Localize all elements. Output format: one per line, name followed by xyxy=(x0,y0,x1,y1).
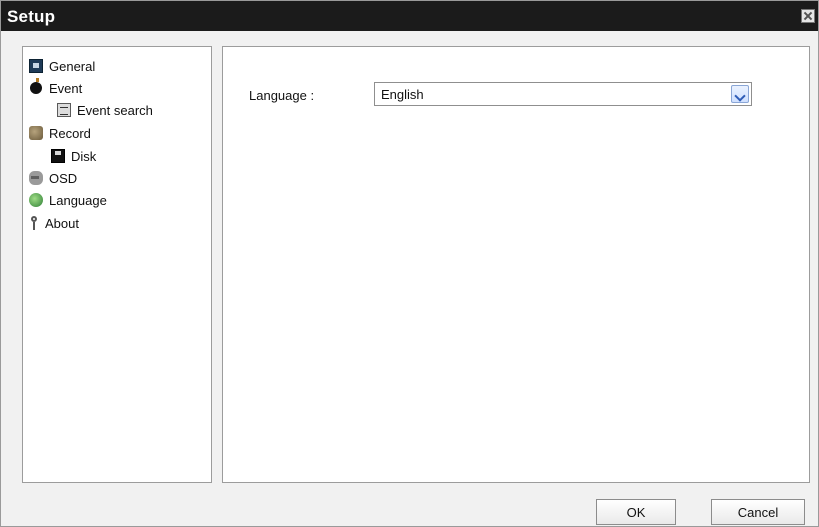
close-icon[interactable] xyxy=(801,9,815,23)
tree-item-label: Disk xyxy=(71,148,97,164)
cancel-button[interactable]: Cancel xyxy=(711,499,805,525)
record-icon xyxy=(29,126,43,140)
tree-item-general[interactable]: General xyxy=(29,56,95,76)
event-search-icon xyxy=(57,103,71,117)
window-title: Setup xyxy=(7,7,56,26)
chevron-down-icon[interactable] xyxy=(731,85,749,103)
about-icon xyxy=(29,216,39,230)
general-icon xyxy=(29,59,43,73)
disk-icon xyxy=(51,149,65,163)
tree-item-osd[interactable]: OSD xyxy=(29,168,77,188)
tree-item-label: Event xyxy=(49,80,83,96)
language-icon xyxy=(29,193,43,207)
event-icon xyxy=(30,78,42,94)
osd-icon xyxy=(29,171,43,185)
tree-item-disk[interactable]: Disk xyxy=(51,146,96,166)
tree-item-event-search[interactable]: Event search xyxy=(57,100,153,120)
tree-item-label: OSD xyxy=(49,170,78,186)
tree-item-record[interactable]: Record xyxy=(29,123,91,143)
settings-tree: General Event Event search Record Disk O… xyxy=(22,46,212,483)
language-label: Language : xyxy=(249,88,315,103)
ok-button[interactable]: OK xyxy=(596,499,676,525)
tree-item-label: General xyxy=(49,58,96,74)
language-select[interactable]: English xyxy=(374,82,752,106)
tree-item-label: Event search xyxy=(77,102,153,118)
language-select-value: English xyxy=(381,87,424,102)
tree-item-language[interactable]: Language xyxy=(29,190,107,210)
language-settings-panel: Language : English xyxy=(222,46,810,483)
tree-item-event[interactable]: Event xyxy=(29,78,82,98)
setup-window: Setup General Event Event search Record … xyxy=(0,0,819,527)
tree-item-label: Record xyxy=(49,125,91,141)
title-bar: Setup xyxy=(1,1,818,31)
tree-item-label: Language xyxy=(49,192,107,208)
tree-item-label: About xyxy=(45,215,79,231)
tree-item-about[interactable]: About xyxy=(29,213,79,233)
